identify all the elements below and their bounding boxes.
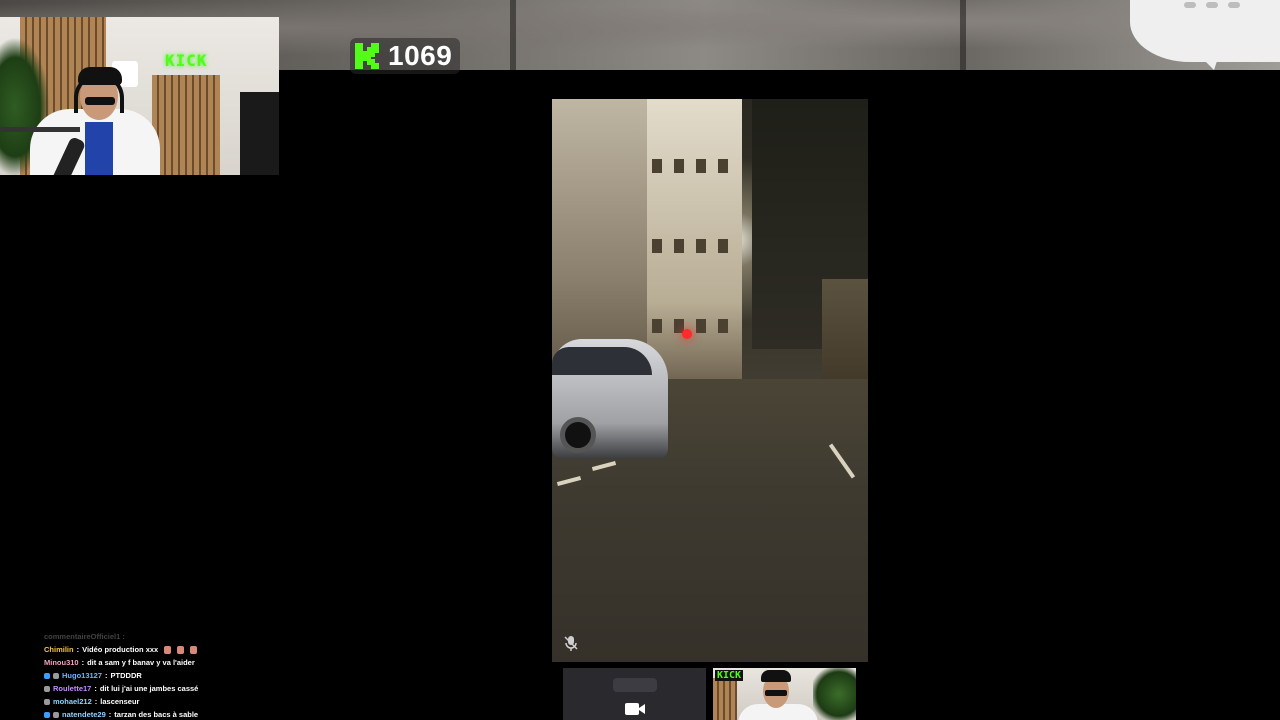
car-window bbox=[552, 347, 652, 375]
chat-header-text: commentaireOfficiel1 : bbox=[44, 632, 125, 641]
streamer-cap bbox=[761, 670, 791, 682]
chat-text: PTDDDR bbox=[110, 671, 142, 680]
car-wheel bbox=[560, 417, 596, 453]
chat-separator: : bbox=[108, 710, 112, 719]
chat-separator: : bbox=[105, 671, 108, 680]
chat-badge-icon bbox=[53, 711, 59, 718]
mic-arm bbox=[0, 127, 80, 132]
chat-separator: : bbox=[81, 658, 85, 667]
chat-username[interactable]: Hugo13127 bbox=[62, 671, 102, 680]
plant bbox=[813, 668, 856, 720]
chat-emote-icon bbox=[177, 645, 185, 654]
participant-tile-camera-off[interactable] bbox=[563, 668, 706, 720]
chat-badge-icon bbox=[44, 672, 50, 679]
wood-panel bbox=[713, 678, 737, 720]
banner-texture bbox=[960, 0, 966, 70]
chat-emote-icon bbox=[190, 645, 198, 654]
chat-badge-icon bbox=[44, 711, 50, 718]
chat-text: dit lui j'ai une jambes cassé bbox=[99, 684, 199, 693]
chat-message: Chimilin: Vidéo production xxx bbox=[44, 643, 284, 656]
sunglasses bbox=[85, 97, 115, 105]
camera-icon bbox=[625, 703, 645, 715]
chat-header: commentaireOfficiel1 : bbox=[44, 630, 284, 643]
viewer-count: 1069 bbox=[388, 40, 453, 71]
participant-tile-streamer[interactable]: KICK bbox=[713, 668, 856, 720]
speech-bubble-tail bbox=[1196, 52, 1220, 70]
traffic-light bbox=[682, 329, 692, 339]
chat-badge-icon bbox=[44, 698, 50, 705]
mic-muted-icon[interactable] bbox=[562, 634, 580, 652]
kick-neon-sign: KICK bbox=[715, 670, 744, 681]
kick-neon-sign: KICK bbox=[165, 51, 208, 70]
chat-text: Vidéo production xxx bbox=[82, 645, 159, 654]
chat-separator: : bbox=[94, 684, 97, 693]
kick-logo-icon bbox=[355, 43, 379, 69]
wood-panel bbox=[152, 75, 220, 175]
chat-message: mohael212: lascenseur bbox=[44, 695, 284, 708]
chat-username[interactable]: Roulette17 bbox=[53, 684, 91, 693]
chat-text: dit a sam y f banav y va l'aider bbox=[87, 658, 195, 667]
banner-texture bbox=[510, 0, 516, 70]
chat-text: lascenseur bbox=[100, 697, 140, 706]
windows bbox=[652, 319, 737, 333]
sunglasses bbox=[765, 690, 787, 696]
chat-message: Hugo13127: PTDDDR bbox=[44, 669, 284, 682]
chat-messages: Chimilin: Vidéo production xxx Minou310: di… bbox=[44, 643, 284, 720]
chat-message: Minou310: dit a sam y f banav y va l'aide… bbox=[44, 656, 284, 669]
chat-message: Roulette17: dit lui j'ai une jambes cassé bbox=[44, 682, 284, 695]
chat-username[interactable]: Chimilin bbox=[44, 645, 74, 654]
chat-separator: : bbox=[94, 697, 98, 706]
monitor bbox=[240, 92, 279, 175]
chat-username[interactable]: mohael212 bbox=[53, 697, 92, 706]
streamer-shirt bbox=[85, 122, 113, 175]
participant-name-placeholder bbox=[613, 678, 657, 692]
viewer-counter: 1069 bbox=[350, 38, 461, 74]
streamer-webcam: KICK bbox=[0, 17, 279, 175]
chat-username[interactable]: Minou310 bbox=[44, 658, 79, 667]
chat-badge-icon bbox=[44, 685, 50, 692]
chat-emote-icon bbox=[164, 645, 172, 654]
windows bbox=[652, 159, 737, 173]
chat-badge-icon bbox=[53, 672, 59, 679]
windows bbox=[652, 239, 737, 253]
bubble-dots bbox=[1184, 2, 1240, 8]
chat-overlay: commentaireOfficiel1 : Chimilin: Vidéo pr… bbox=[44, 630, 284, 720]
chat-text: tarzan des bacs à sable bbox=[114, 710, 199, 719]
main-phone-video[interactable] bbox=[552, 99, 868, 662]
chat-message: natendete29: tarzan des bacs à sable bbox=[44, 708, 284, 720]
chat-username[interactable]: natendete29 bbox=[62, 710, 106, 719]
chat-separator: : bbox=[76, 645, 80, 654]
